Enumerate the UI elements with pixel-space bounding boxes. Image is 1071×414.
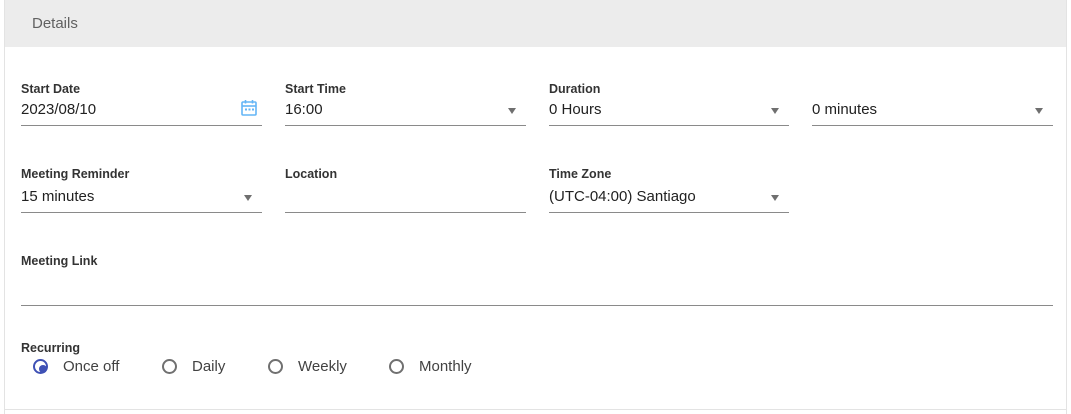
duration-minutes-select[interactable]: 0 minutes — [812, 99, 1053, 126]
duration-hours-value: 0 Hours — [549, 101, 602, 118]
details-title: Details — [32, 15, 78, 32]
duration-minutes-value: 0 minutes — [812, 101, 878, 118]
chevron-down-icon — [771, 108, 779, 114]
recurring-option-label: Once off — [63, 358, 120, 375]
meeting-reminder-label: Meeting Reminder — [21, 167, 130, 181]
meeting-reminder-value: 15 minutes — [21, 188, 95, 205]
location-label: Location — [285, 167, 338, 181]
recurring-option-label: Weekly — [298, 358, 347, 375]
start-time-value: 16:00 — [285, 101, 323, 118]
chevron-down-icon — [244, 195, 252, 201]
chevron-down-icon — [508, 108, 516, 114]
time-zone-select[interactable]: (UTC-04:00) Santiago — [549, 186, 789, 213]
meeting-link-input[interactable] — [21, 279, 1053, 306]
duration-label: Duration — [549, 82, 601, 96]
radio-unselected-icon[interactable] — [162, 359, 177, 374]
radio-unselected-icon[interactable] — [268, 359, 283, 374]
radio-unselected-icon[interactable] — [389, 359, 404, 374]
recurring-option-label: Monthly — [419, 358, 472, 375]
radio-dot-icon — [38, 364, 47, 373]
panel-divider — [5, 409, 1066, 410]
duration-hours-select[interactable]: 0 Hours — [549, 99, 789, 126]
start-time-select[interactable]: 16:00 — [285, 99, 526, 126]
start-date-label: Start Date — [21, 82, 81, 96]
time-zone-label: Time Zone — [549, 167, 612, 181]
start-date-value: 2023/08/10 — [21, 101, 97, 118]
calendar-icon[interactable] — [240, 99, 258, 117]
location-input[interactable] — [285, 186, 526, 213]
recurring-option-label: Daily — [192, 358, 226, 375]
meeting-link-label: Meeting Link — [21, 254, 98, 268]
time-zone-value: (UTC-04:00) Santiago — [549, 188, 696, 205]
meeting-reminder-select[interactable]: 15 minutes — [21, 186, 262, 213]
details-header[interactable]: Details — [5, 0, 1066, 47]
radio-selected-icon[interactable] — [33, 359, 48, 374]
start-date-input[interactable]: 2023/08/10 — [21, 99, 262, 126]
start-time-label: Start Time — [285, 82, 346, 96]
chevron-down-icon — [771, 195, 779, 201]
details-panel: Details Start Date 2023/08/10 Start Time… — [4, 0, 1067, 414]
recurring-label: Recurring — [21, 341, 81, 355]
chevron-down-icon — [1035, 108, 1043, 114]
